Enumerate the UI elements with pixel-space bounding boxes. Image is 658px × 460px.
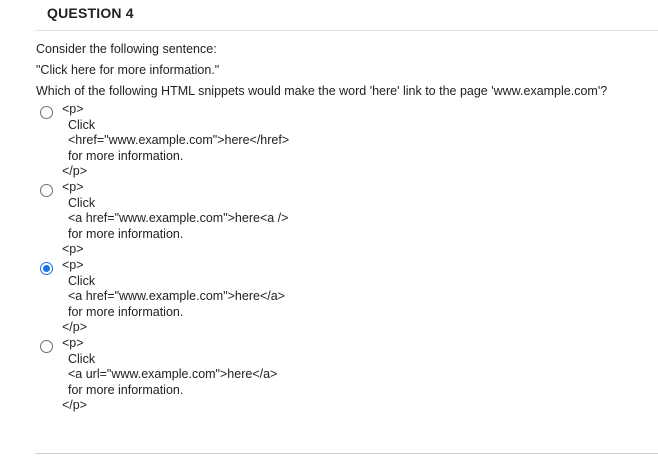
- code-line: <p>: [62, 180, 84, 194]
- code-line: Click: [68, 195, 96, 210]
- code-line: for more information.: [68, 226, 184, 241]
- code-line: </p>: [62, 398, 88, 412]
- code-line: Click: [68, 273, 96, 288]
- header-divider: [35, 30, 658, 31]
- code-snippet-option-2: <p> Click <a href="www.example.com">here…: [62, 180, 288, 258]
- code-snippet-option-3: <p> Click <a href="www.example.com">here…: [62, 258, 285, 336]
- code-line: for more information.: [68, 382, 184, 397]
- code-line: <a href="www.example.com">here<a />: [68, 211, 289, 225]
- answer-option-1[interactable]: <p> Click <href="www.example.com">here</…: [40, 102, 440, 180]
- radio-button-option-1[interactable]: [40, 106, 53, 119]
- radio-button-option-4[interactable]: [40, 340, 53, 353]
- code-line: <href="www.example.com">here</href>: [68, 133, 290, 147]
- question-title: QUESTION 4: [47, 5, 134, 21]
- question-prompt: Consider the following sentence:: [36, 42, 217, 56]
- code-line: </p>: [62, 164, 88, 178]
- question-sentence: "Click here for more information.": [36, 63, 220, 77]
- code-line: <p>: [62, 336, 84, 350]
- code-line: </p>: [62, 320, 88, 334]
- code-line: <a href="www.example.com">here</a>: [68, 289, 285, 303]
- question-ask: Which of the following HTML snippets wou…: [36, 84, 608, 98]
- radio-button-option-3[interactable]: [40, 262, 53, 275]
- question-page: QUESTION 4 Consider the following senten…: [0, 0, 658, 460]
- code-line: Click: [68, 117, 96, 132]
- code-line: <p>: [62, 102, 84, 116]
- code-line: <a url="www.example.com">here</a>: [68, 367, 278, 381]
- code-line: Click: [68, 351, 96, 366]
- code-line: <p>: [62, 258, 84, 272]
- code-line: for more information.: [68, 148, 184, 163]
- code-line: for more information.: [68, 304, 184, 319]
- answer-option-4[interactable]: <p> Click <a url="www.example.com">here<…: [40, 336, 440, 414]
- answer-option-3[interactable]: <p> Click <a href="www.example.com">here…: [40, 258, 440, 336]
- footer-divider: [35, 453, 658, 454]
- radio-button-option-2[interactable]: [40, 184, 53, 197]
- answer-options: <p> Click <href="www.example.com">here</…: [40, 102, 440, 414]
- code-line: <p>: [62, 242, 84, 256]
- code-snippet-option-1: <p> Click <href="www.example.com">here</…: [62, 102, 289, 180]
- code-snippet-option-4: <p> Click <a url="www.example.com">here<…: [62, 336, 277, 414]
- answer-option-2[interactable]: <p> Click <a href="www.example.com">here…: [40, 180, 440, 258]
